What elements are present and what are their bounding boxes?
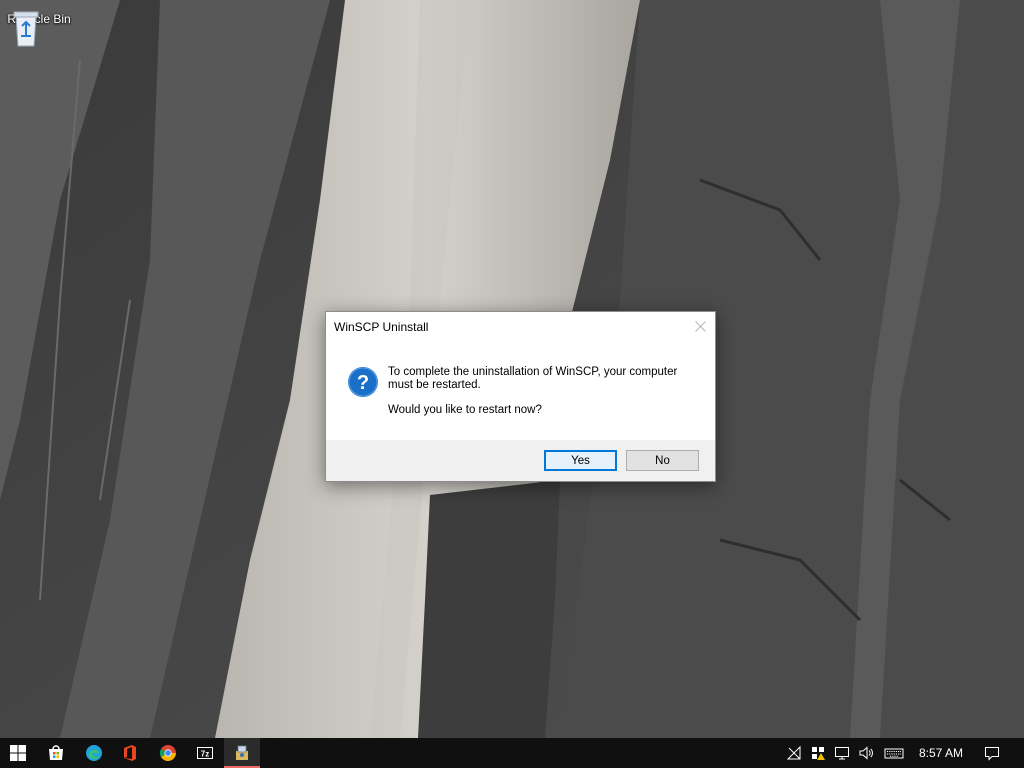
tray-volume[interactable]: [856, 738, 876, 768]
dialog-message: To complete the uninstallation of WinSCP…: [388, 366, 678, 391]
start-button[interactable]: [0, 738, 36, 768]
windows-start-icon: [10, 745, 26, 761]
uninstall-dialog: WinSCP Uninstall ? To complete the unins…: [325, 311, 716, 482]
display-icon: [835, 747, 849, 760]
winscp-installer-icon: [236, 745, 248, 760]
volume-icon: [859, 746, 873, 760]
yes-button[interactable]: Yes: [544, 450, 617, 471]
dialog-body: ? To complete the uninstallation of WinS…: [326, 342, 715, 439]
taskbar-clock[interactable]: 8:57 AM: [912, 738, 970, 768]
taskbar-edge[interactable]: [76, 738, 112, 768]
taskbar-7zip[interactable]: 7z: [187, 738, 223, 768]
dialog-titlebar[interactable]: WinSCP Uninstall: [326, 312, 715, 342]
keyboard-icon: [884, 748, 904, 759]
svg-text:7z: 7z: [201, 750, 209, 759]
recycle-bin-icon: [13, 11, 39, 47]
question-icon: ?: [348, 367, 378, 397]
7zip-icon: 7z: [197, 747, 213, 759]
chrome-icon: [159, 745, 176, 761]
dialog-footer: Yes No: [326, 440, 715, 481]
close-icon: [694, 320, 706, 332]
action-center-icon: [985, 747, 999, 761]
no-button[interactable]: No: [626, 450, 699, 471]
taskbar-office[interactable]: [112, 738, 148, 768]
svg-text:?: ?: [357, 372, 369, 394]
tray-network[interactable]: [784, 738, 804, 768]
security-warning-icon: [812, 747, 825, 760]
desktop-icon-recycle-bin[interactable]: Recycle Bin: [4, 6, 74, 76]
close-button[interactable]: [687, 314, 713, 338]
taskbar-store[interactable]: [38, 738, 74, 768]
taskbar: 7z 8:57 AM: [0, 738, 1024, 768]
store-icon: [49, 745, 63, 760]
dialog-question: Would you like to restart now?: [388, 404, 542, 416]
action-center-button[interactable]: [980, 738, 1004, 768]
taskbar-winscp-installer[interactable]: [224, 738, 260, 768]
dialog-title: WinSCP Uninstall: [334, 320, 429, 334]
edge-icon: [86, 745, 102, 761]
network-disconnected-icon: [786, 745, 801, 760]
tray-display[interactable]: [832, 738, 852, 768]
tray-security[interactable]: [808, 738, 828, 768]
office-icon: [124, 745, 136, 761]
tray-keyboard[interactable]: [882, 738, 906, 768]
taskbar-chrome[interactable]: [150, 738, 186, 768]
